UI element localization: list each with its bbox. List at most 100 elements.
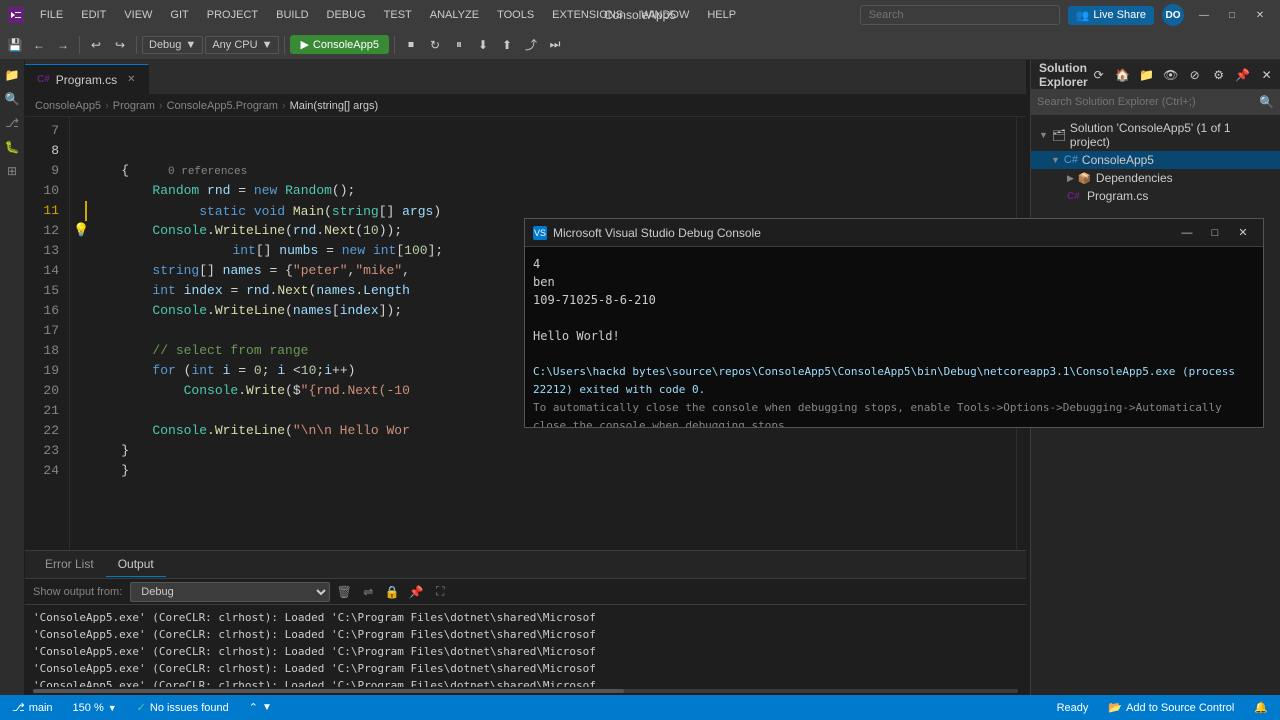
tab-program-cs[interactable]: C# Program.cs ✕ <box>25 64 149 94</box>
zoom-indicator[interactable]: 150 % ▼ <box>69 702 121 714</box>
debug-console-close[interactable]: ✕ <box>1231 224 1255 242</box>
toolbar-sep-3 <box>284 36 285 54</box>
search-icon[interactable]: 🔍 <box>1 88 23 110</box>
minimize-button[interactable]: — <box>1192 5 1216 25</box>
expand-output-button[interactable]: ⛶ <box>430 582 450 602</box>
toolbar-icon-4[interactable]: ⬇ <box>472 34 494 56</box>
menu-view[interactable]: VIEW <box>116 5 160 25</box>
console-line-8: To automatically close the console when … <box>533 399 1255 427</box>
se-search-icon[interactable]: 🔍 <box>1259 95 1274 109</box>
save-icon[interactable]: 💾 <box>4 34 26 56</box>
tree-item-solution[interactable]: ▼ 🗂 Solution 'ConsoleApp5' (1 of 1 proje… <box>1031 119 1280 151</box>
close-button[interactable]: ✕ <box>1248 5 1272 25</box>
git-branch-status[interactable]: ⎇ main <box>8 701 57 714</box>
console-line-4 <box>533 309 1255 327</box>
notifications-button[interactable]: 🔔 <box>1250 701 1272 714</box>
undo-icon[interactable]: ↩ <box>85 34 107 56</box>
se-search-input[interactable] <box>1037 96 1255 108</box>
tree-item-project[interactable]: ▼ C# ConsoleApp5 <box>1031 151 1280 169</box>
program-cs-label: Program.cs <box>1087 189 1148 203</box>
activity-bar: 📁 🔍 ⎇ 🐛 ⊞ <box>0 60 25 695</box>
explorer-icon[interactable]: 📁 <box>1 64 23 86</box>
dependencies-label: Dependencies <box>1096 171 1173 185</box>
toolbar: 💾 ← → ↩ ↪ Debug ▼ Any CPU ▼ ▶ ConsoleApp… <box>0 30 1280 60</box>
menu-edit[interactable]: EDIT <box>73 5 114 25</box>
menu-file[interactable]: FILE <box>32 5 71 25</box>
status-bar-expand[interactable]: ⌃ ▼ <box>245 701 276 714</box>
word-wrap-button[interactable]: ⇌ <box>358 582 378 602</box>
debug-config-dropdown[interactable]: Debug ▼ <box>142 36 203 54</box>
forward-icon[interactable]: → <box>52 34 74 56</box>
debug-console-titlebar[interactable]: VS Microsoft Visual Studio Debug Console… <box>525 219 1263 247</box>
toolbar-icon-2[interactable]: ↻ <box>424 34 446 56</box>
se-filter-button[interactable]: ⊘ <box>1184 64 1206 86</box>
menu-test[interactable]: TEST <box>376 5 420 25</box>
solution-explorer-title: Solution Explorer <box>1039 61 1088 89</box>
menu-debug[interactable]: DEBUG <box>319 5 374 25</box>
pin-output-button[interactable]: 📌 <box>406 582 426 602</box>
breadcrumb-item-3[interactable]: Main(string[] args) <box>290 100 379 112</box>
se-settings-button[interactable]: ⚙ <box>1208 64 1230 86</box>
se-show-all-button[interactable]: 👁 <box>1160 64 1182 86</box>
extensions-icon[interactable]: ⊞ <box>1 160 23 182</box>
se-search: 🔍 <box>1031 90 1280 115</box>
breadcrumb-item-1[interactable]: Program <box>113 100 155 112</box>
debug-console-maximize[interactable]: □ <box>1203 224 1227 242</box>
se-new-folder-button[interactable]: 📁 <box>1136 64 1158 86</box>
git-icon[interactable]: ⎇ <box>1 112 23 134</box>
debug-icon[interactable]: 🐛 <box>1 136 23 158</box>
breadcrumb-sep-0: › <box>105 100 109 112</box>
menu-project[interactable]: PROJECT <box>199 5 266 25</box>
output-line-4: 'ConsoleApp5.exe' (CoreCLR: clrhost): Lo… <box>33 660 1018 677</box>
code-line-10: Random rnd = new Random(); <box>85 181 1016 201</box>
menu-analyze[interactable]: ANALYZE <box>422 5 487 25</box>
tree-item-program-cs[interactable]: C# Program.cs <box>1031 187 1280 205</box>
output-line-3: 'ConsoleApp5.exe' (CoreCLR: clrhost): Lo… <box>33 643 1018 660</box>
chevron-down-icon: ▼ <box>1051 155 1060 165</box>
toolbar-sep-2 <box>136 36 137 54</box>
cpu-config-dropdown[interactable]: Any CPU ▼ <box>205 36 279 54</box>
menu-tools[interactable]: TOOLS <box>489 5 542 25</box>
vs-logo <box>8 7 24 23</box>
back-icon[interactable]: ← <box>28 34 50 56</box>
se-toolbar: Solution Explorer ⟳ 🏠 📁 👁 ⊘ ⚙ 📌 ✕ <box>1031 60 1280 90</box>
tree-item-dependencies[interactable]: ▶ 📦 Dependencies <box>1031 169 1280 187</box>
toolbar-icon-7[interactable]: ⏭ <box>544 34 566 56</box>
breadcrumb-item-0[interactable]: ConsoleApp5 <box>35 100 101 112</box>
ready-indicator: Ready <box>1053 702 1093 714</box>
output-scrollbar[interactable] <box>25 687 1026 695</box>
menu-build[interactable]: BUILD <box>268 5 316 25</box>
live-share-icon: 👥 <box>1076 9 1090 22</box>
toolbar-icon-5[interactable]: ⬆ <box>496 34 518 56</box>
tab-close-button[interactable]: ✕ <box>127 74 135 85</box>
maximize-button[interactable]: □ <box>1220 5 1244 25</box>
tab-error-list[interactable]: Error List <box>33 552 106 577</box>
menu-help[interactable]: HELP <box>699 5 744 25</box>
toolbar-icon-6[interactable]: ⤴ <box>520 34 542 56</box>
se-close-button[interactable]: ✕ <box>1256 64 1278 86</box>
show-output-label: Show output from: <box>33 586 122 598</box>
project-icon: C# <box>1064 154 1078 166</box>
breadcrumb-item-2[interactable]: ConsoleApp5.Program <box>167 100 278 112</box>
tab-output[interactable]: Output <box>106 552 166 577</box>
toolbar-icon-1[interactable]: ⏹ <box>400 34 422 56</box>
output-source-select[interactable]: Debug <box>130 582 330 602</box>
toolbar-icon-3[interactable]: ⏸ <box>448 34 470 56</box>
lock-output-button[interactable]: 🔒 <box>382 582 402 602</box>
live-share-button[interactable]: 👥 Live Share <box>1068 6 1154 25</box>
global-search-input[interactable] <box>860 5 1060 25</box>
issues-indicator[interactable]: ✓ No issues found <box>133 701 233 714</box>
add-to-source-control[interactable]: 📂 Add to Source Control <box>1104 701 1238 714</box>
chevron-down-icon: ▼ <box>262 39 273 51</box>
se-home-button[interactable]: 🏠 <box>1112 64 1134 86</box>
debug-console-minimize[interactable]: — <box>1175 224 1199 242</box>
output-scroll-thumb[interactable] <box>33 689 624 693</box>
start-debugging-button[interactable]: ▶ ConsoleApp5 <box>290 35 389 54</box>
redo-icon[interactable]: ↪ <box>109 34 131 56</box>
se-dock-button[interactable]: 📌 <box>1232 64 1254 86</box>
menu-git[interactable]: GIT <box>162 5 196 25</box>
debug-console-title: VS Microsoft Visual Studio Debug Console <box>533 226 761 240</box>
clear-output-button[interactable]: 🗑 <box>334 582 354 602</box>
output-scroll-track[interactable] <box>33 689 1018 693</box>
se-sync-button[interactable]: ⟳ <box>1088 64 1110 86</box>
